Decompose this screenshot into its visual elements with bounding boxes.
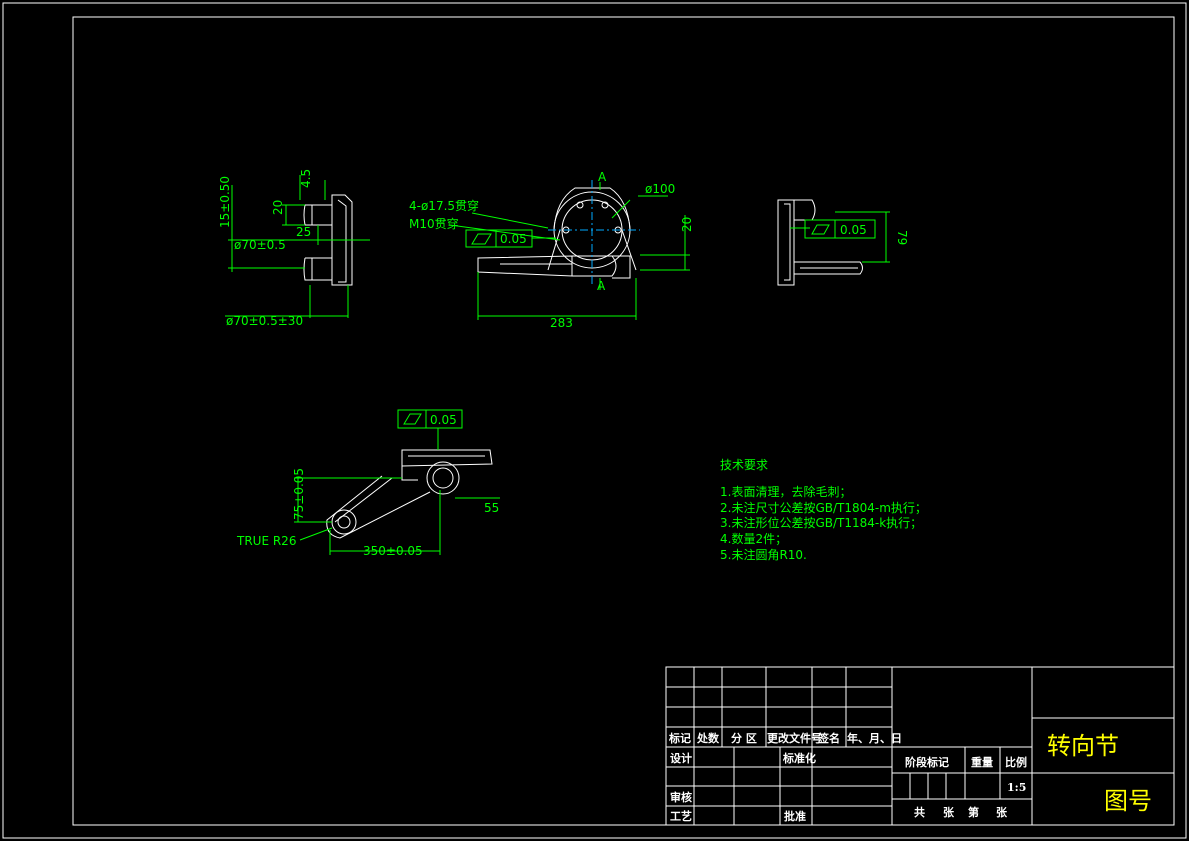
right-tol-value: 0.05	[840, 223, 867, 237]
tb-row-approve: 批准	[784, 809, 806, 823]
front-hole-note-1: 4-ø17.5贯穿	[409, 198, 479, 213]
tech-item-4: 4.数量2件；	[720, 531, 787, 546]
tb-sheet-no: 第	[968, 805, 979, 819]
bottom-view: 75±0.05 55 350±0.05 TRUE R26 0.05	[236, 409, 500, 558]
bottom-dim-350: 350±0.05	[363, 544, 423, 558]
tech-item-2: 2.未注尺寸公差按GB/T1804-m执行；	[720, 500, 927, 515]
sheet-inner-border	[72, 16, 1175, 826]
tb-row-review: 审核	[670, 790, 692, 804]
front-section-a-bottom: A	[597, 279, 606, 293]
front-tol-value: 0.05	[500, 232, 527, 246]
tb-header-mark: 标记	[668, 731, 691, 745]
sheet-outer-border	[2, 2, 1187, 839]
tb-part-name: 转向节	[1047, 732, 1119, 760]
bottom-true-radius: TRUE R26	[236, 534, 296, 548]
tb-row-design: 设计	[670, 751, 692, 765]
front-dim-20: 20	[680, 217, 694, 232]
title-block: 标记 处数 分 区 更改文件号 签名 年、月、日 设计 标准化 审核 工艺 批准…	[665, 666, 1175, 826]
tb-header-change-doc: 更改文件号	[767, 731, 822, 745]
bottom-tol-value: 0.05	[430, 413, 457, 427]
bottom-dim-55: 55	[484, 501, 499, 515]
tech-item-5: 5.未注圆角R10.	[720, 547, 807, 562]
front-section-a-top: A	[598, 170, 607, 184]
tech-item-3: 3.未注形位公差按GB/T1184-k执行；	[720, 515, 922, 530]
tb-header-date: 年、月、日	[847, 731, 902, 745]
left-dim-20: 20	[271, 200, 285, 215]
left-dim-15: 15±0.50	[218, 176, 232, 228]
right-dim-79: 79	[895, 230, 909, 245]
tech-requirements: 技术要求 1.表面清理，去除毛刺； 2.未注尺寸公差按GB/T1804-m执行；…	[720, 458, 927, 562]
tb-sheet-unit-2: 张	[996, 805, 1008, 819]
tb-header-zone: 分 区	[731, 731, 757, 745]
tb-sheet-unit-1: 张	[943, 805, 955, 819]
tb-stage-mark: 阶段标记	[905, 755, 949, 769]
front-view: 4-ø17.5贯穿 M10贯穿 0.05 ø100 20 283 A A	[409, 170, 694, 330]
left-dim-25: 25	[296, 225, 311, 239]
right-view: 0.05 79	[777, 199, 909, 286]
tech-title: 技术要求	[720, 458, 768, 472]
tb-header-count: 处数	[696, 731, 720, 745]
front-dim-283: 283	[550, 316, 573, 330]
tb-row-standard: 标准化	[782, 751, 816, 765]
tb-scale-value: 1:5	[1007, 781, 1026, 794]
tb-header-sign: 签名	[817, 731, 840, 745]
left-dim-phi70: ø70±0.5	[234, 238, 286, 252]
front-hole-note-2: M10贯穿	[409, 216, 459, 231]
tech-item-1: 1.表面清理，去除毛刺；	[720, 484, 851, 499]
left-dim-phi70-30: ø70±0.5±30	[226, 314, 303, 328]
tb-drawing-no-label: 图号	[1104, 787, 1152, 815]
tb-scale-label: 比例	[1005, 755, 1027, 769]
cad-drawing: 15±0.50 20 25 ø70±0.5 ø70±0.5±30 4.5 4-ø…	[2, 2, 1187, 839]
tb-weight: 重量	[971, 755, 993, 769]
left-dim-top: 4.5	[299, 169, 313, 188]
left-view: 15±0.50 20 25 ø70±0.5 ø70±0.5±30 4.5	[218, 169, 370, 328]
tb-sheet-total: 共	[914, 805, 925, 819]
tb-row-process: 工艺	[670, 809, 692, 823]
bottom-dim-75: 75±0.05	[292, 468, 306, 520]
front-dim-phi100: ø100	[645, 182, 675, 196]
